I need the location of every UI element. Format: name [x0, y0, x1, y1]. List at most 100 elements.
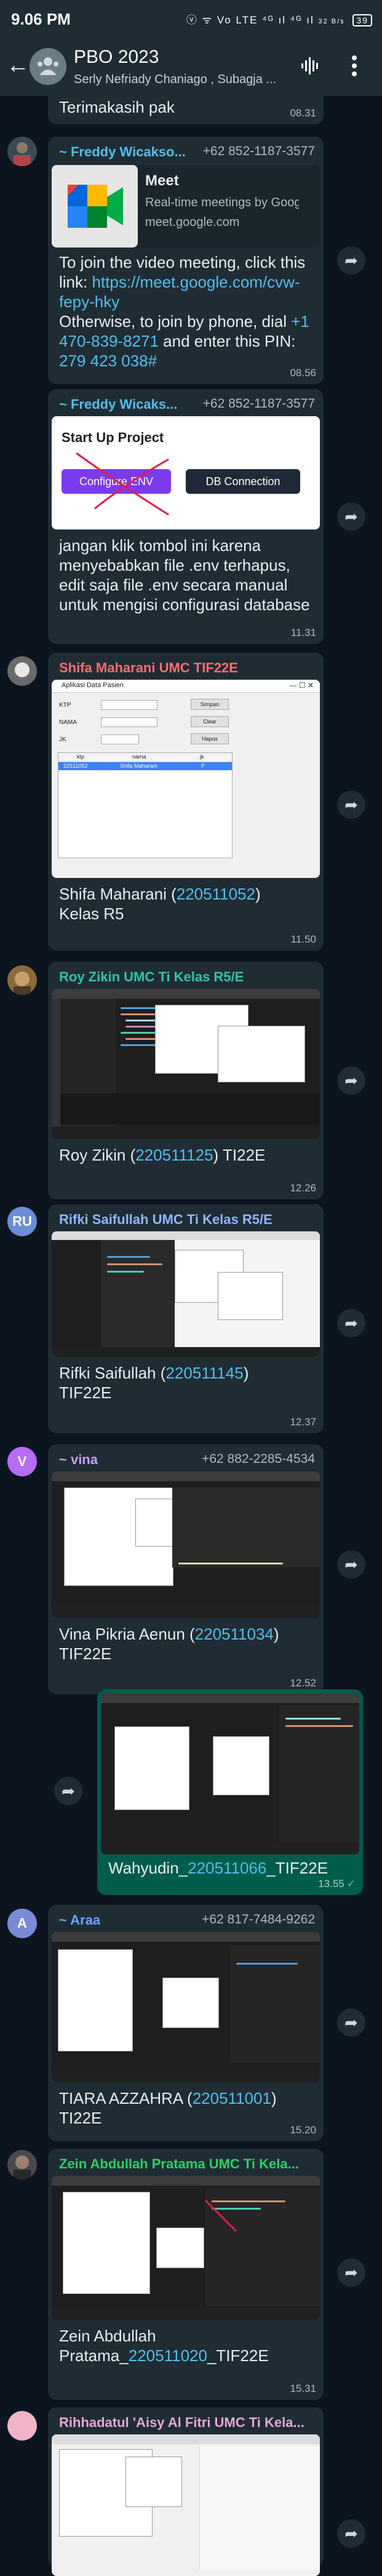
attached-image[interactable] — [52, 2434, 320, 2576]
message-time: 12.26 — [290, 1182, 316, 1194]
nim-link[interactable]: 220511020 — [129, 2346, 207, 2365]
sender-name[interactable]: Zein Abdullah Pratama UMC Ti Kela... — [59, 2156, 299, 2172]
voice-wave-icon[interactable] — [300, 55, 321, 76]
nim-link[interactable]: 220511034 — [195, 1625, 274, 1643]
sender-row: ~ Freddy Wicakso... +62 852-1187-3577 — [59, 144, 315, 163]
attached-image[interactable] — [52, 2176, 320, 2320]
status-bar: 9.06 PM ⓥ ᯤ Vo LTE ⁴ᴳ ıl ⁴ᴳ ıl 32 B/s 39 — [0, 0, 382, 37]
message-bubble[interactable]: Shifa Maharani UMC TIF22E Aplikasi Data … — [48, 653, 324, 951]
attached-image[interactable] — [101, 1693, 359, 1854]
forward-icon[interactable]: ➦ — [337, 2258, 365, 2287]
preview-desc: Real-time meetings by Goog... — [145, 196, 299, 209]
group-title[interactable]: PBO 2023 — [74, 47, 159, 68]
red-cross-mark — [76, 452, 169, 516]
message-time: 13.55 ✓ — [318, 1878, 356, 1890]
sender-row: ~ vina +62 882-2285-4534 — [59, 1452, 315, 1470]
message-bubble[interactable]: ~ Freddy Wicaks... +62 852-1187-3577 Sta… — [48, 389, 324, 644]
nim-link[interactable]: 220511125 — [135, 1146, 213, 1164]
sender-phone: +62 852-1187-3577 — [202, 396, 315, 411]
message-text: Vina Pikria Aenun (220511034) TIF22E — [59, 1625, 279, 1663]
message-bubble[interactable]: Terimakasih pak 08.31 — [48, 96, 324, 124]
message-time: 15.31 — [290, 2383, 316, 2394]
sender-row: Zein Abdullah Pratama UMC Ti Kela... — [59, 2156, 315, 2175]
message-bubble-outgoing[interactable]: Wahyudin_220511066_TIF22E 13.55 ✓ — [97, 1689, 363, 1895]
message-bubble[interactable]: ~ Araa +62 817-7484-9262 TIARA AZZAHRA (… — [48, 1905, 324, 2141]
data-rate: 32 B/s — [318, 18, 345, 25]
message-text: Shifa Maharani (220511052) Kelas R5 — [59, 885, 261, 923]
message-bubble[interactable]: Rihhadatul 'Aisy Al Fitri UMC Ti Kela... — [48, 2407, 324, 2576]
preview-domain: meet.google.com — [145, 215, 240, 229]
preview-title: Meet — [145, 172, 179, 189]
avatar[interactable] — [7, 137, 37, 166]
chat-header: ← PBO 2023 Serly Nefriady Chaniago , Sub… — [0, 37, 382, 96]
back-arrow-icon[interactable]: ← — [6, 53, 30, 78]
label-jk: JK — [59, 736, 66, 743]
message-bubble[interactable]: ~ vina +62 882-2285-4534 Vina Pikria Aen… — [48, 1444, 324, 1694]
avatar[interactable]: A — [7, 1909, 37, 1938]
forward-icon[interactable]: ➦ — [337, 1066, 365, 1095]
meet-link[interactable]: https://meet.google.com/cvw-fepy-hky — [59, 273, 300, 311]
avatar[interactable] — [7, 965, 37, 995]
nim-link[interactable]: 220511001 — [193, 2089, 271, 2107]
nim-link[interactable]: 220511145 — [165, 1364, 243, 1382]
google-meet-icon — [52, 165, 138, 248]
forward-icon[interactable]: ➦ — [337, 1309, 365, 1337]
forward-icon[interactable]: ➦ — [337, 2008, 365, 2037]
sender-name[interactable]: ~ Araa — [59, 1912, 100, 1928]
message-bubble[interactable]: Rifki Saifullah UMC Ti Kelas R5/E Rifki … — [48, 1204, 324, 1433]
sender-name[interactable]: ~ Freddy Wicaks... — [59, 396, 177, 413]
sender-row: Rifki Saifullah UMC Ti Kelas R5/E — [59, 1212, 315, 1230]
avatar[interactable] — [7, 2411, 37, 2441]
nim-link[interactable]: 220511052 — [177, 885, 255, 903]
sender-name[interactable]: Roy Zikin UMC Ti Kelas R5/E — [59, 969, 244, 985]
sender-name[interactable]: ~ vina — [59, 1452, 98, 1468]
btn-simpan: Simpan — [191, 699, 229, 710]
message-time: 11.50 — [290, 933, 316, 945]
avatar[interactable] — [7, 2150, 37, 2180]
forward-icon[interactable]: ➦ — [337, 791, 365, 819]
forward-icon[interactable]: ➦ — [337, 246, 365, 275]
sender-name[interactable]: ~ Freddy Wicakso... — [59, 144, 186, 160]
sender-name[interactable]: Shifa Maharani UMC TIF22E — [59, 660, 238, 676]
forward-icon[interactable]: ➦ — [337, 1550, 365, 1579]
forward-icon[interactable]: ➦ — [337, 2519, 365, 2548]
status-time: 9.06 PM — [11, 10, 71, 28]
attached-image[interactable] — [52, 1231, 320, 1357]
status-icons: ⓥ ᯤ Vo LTE ⁴ᴳ ıl ⁴ᴳ ıl 32 B/s 39 — [186, 11, 372, 26]
group-members[interactable]: Serly Nefriady Chaniago , Subagja ... — [74, 73, 277, 87]
sender-name[interactable]: Rifki Saifullah UMC Ti Kelas R5/E — [59, 1212, 273, 1228]
message-text: jangan klik tombol ini karena menyebabka… — [59, 536, 310, 614]
checkmark-icon: ✓ — [346, 1878, 356, 1890]
attached-image[interactable] — [52, 989, 320, 1139]
avatar[interactable]: V — [7, 1447, 37, 1476]
message-time: 08.31 — [290, 107, 316, 119]
message-bubble[interactable]: Roy Zikin UMC Ti Kelas R5/E Roy Zikin (2… — [48, 962, 324, 1199]
forward-icon[interactable]: ➦ — [54, 1777, 82, 1805]
pin-link[interactable]: 279 423 038# — [59, 352, 157, 370]
attached-image[interactable] — [52, 1471, 320, 1618]
sender-name[interactable]: Rihhadatul 'Aisy Al Fitri UMC Ti Kela... — [59, 2415, 304, 2431]
message-time: 12.37 — [290, 1416, 316, 1428]
avatar[interactable]: RU — [7, 1207, 37, 1236]
sender-row: ~ Freddy Wicaks... +62 852-1187-3577 — [59, 396, 315, 415]
attached-image[interactable] — [52, 1932, 320, 2082]
message-text: Rifki Saifullah (220511145) TIF22E — [59, 1364, 249, 1402]
sender-row: ~ Araa +62 817-7484-9262 — [59, 1912, 315, 1931]
window-title: Aplikasi Data Pasien — [62, 682, 124, 689]
group-avatar-icon[interactable] — [30, 48, 66, 85]
message-bubble[interactable]: ~ Freddy Wicakso... +62 852-1187-3577 Me… — [48, 137, 324, 384]
message-bubble[interactable]: Zein Abdullah Pratama UMC Ti Kela... Zei… — [48, 2149, 324, 2400]
btn-clear: Clear — [191, 716, 229, 727]
attached-image[interactable]: Aplikasi Data Pasien — ☐ ✕ KTP NAMA JK S… — [52, 680, 320, 878]
sender-row: Roy Zikin UMC Ti Kelas R5/E — [59, 969, 315, 988]
forward-icon[interactable]: ➦ — [337, 502, 365, 531]
nim-link[interactable]: 220511066 — [188, 1859, 266, 1877]
attached-image[interactable]: Start Up Project Configure ENV DB Connec… — [52, 416, 320, 529]
sender-row: Rihhadatul 'Aisy Al Fitri UMC Ti Kela... — [59, 2415, 315, 2433]
sender-row: Shifa Maharani UMC TIF22E — [59, 660, 315, 678]
avatar[interactable] — [7, 656, 37, 686]
message-text: To join the video meeting, click this li… — [59, 253, 309, 370]
message-text: Wahyudin_220511066_TIF22E — [108, 1859, 328, 1877]
link-preview[interactable]: Meet Real-time meetings by Goog... meet.… — [52, 165, 320, 248]
more-vert-icon[interactable] — [351, 54, 358, 78]
